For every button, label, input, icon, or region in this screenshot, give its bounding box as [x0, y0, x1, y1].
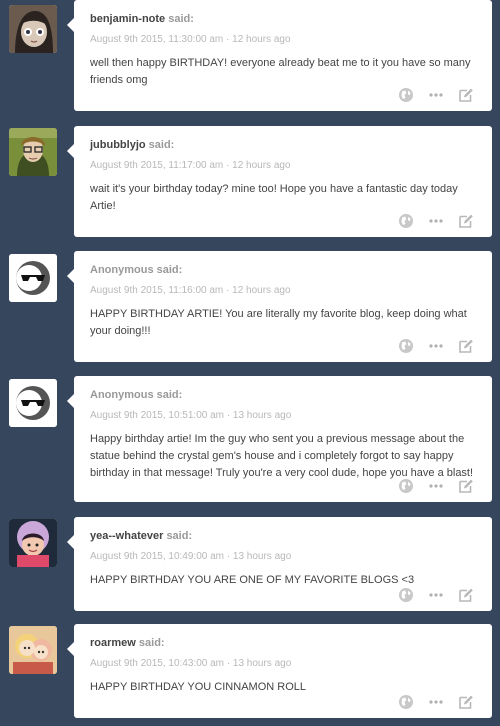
- globe-icon[interactable]: [398, 478, 414, 494]
- relative-time: 13 hours ago: [232, 410, 292, 421]
- relative-time: 12 hours ago: [232, 285, 291, 296]
- timestamp: August 9th 2015, 10:49:00 am · 13 hours …: [90, 551, 292, 562]
- asker-line: Anonymous said:: [90, 263, 474, 277]
- edit-icon[interactable]: [458, 87, 474, 103]
- said-label: said:: [156, 389, 183, 401]
- date: August 9th 2015, 11:16:00 am: [90, 285, 224, 296]
- said-label: said:: [148, 139, 175, 151]
- date: August 9th 2015, 10:49:00 am: [90, 551, 224, 562]
- date: August 9th 2015, 10:43:00 am: [90, 658, 224, 669]
- ellipsis-icon[interactable]: [428, 587, 444, 603]
- avatar: [9, 379, 57, 427]
- timestamp: August 9th 2015, 10:51:00 am · 13 hours …: [90, 410, 292, 421]
- avatar: [9, 254, 57, 302]
- relative-time: 13 hours ago: [232, 658, 292, 669]
- message-card: yea--whatever said: August 9th 2015, 10:…: [67, 517, 492, 611]
- asker-name: Anonymous: [90, 264, 154, 276]
- globe-icon[interactable]: [398, 587, 414, 603]
- asker-line: benjamin-note said:: [90, 12, 474, 26]
- timestamp: August 9th 2015, 11:17:00 am · 12 hours …: [90, 160, 291, 171]
- said-label: said:: [168, 13, 194, 25]
- post-actions: [384, 87, 474, 103]
- message-text: Happy birthday artie! Im the guy who sen…: [90, 433, 474, 479]
- avatar[interactable]: [9, 5, 57, 53]
- asker-name[interactable]: roarmew: [90, 637, 136, 649]
- post-actions: [384, 478, 474, 494]
- globe-icon[interactable]: [398, 213, 414, 229]
- timestamp: August 9th 2015, 11:16:00 am · 12 hours …: [90, 285, 291, 296]
- post-actions: [384, 213, 474, 229]
- asker-name[interactable]: benjamin-note: [90, 13, 165, 25]
- message-text: well then happy BIRTHDAY! everyone alrea…: [90, 57, 471, 86]
- message-text: HAPPY BIRTHDAY ARTIE! You are literally …: [90, 308, 467, 337]
- message-card: jububblyjo said: August 9th 2015, 11:17:…: [67, 126, 492, 237]
- edit-icon[interactable]: [458, 213, 474, 229]
- globe-icon[interactable]: [398, 694, 414, 710]
- date: August 9th 2015, 11:30:00 am: [90, 34, 224, 45]
- avatar[interactable]: [9, 519, 57, 567]
- message-card: Anonymous said: August 9th 2015, 11:16:0…: [67, 251, 492, 362]
- ellipsis-icon[interactable]: [428, 87, 444, 103]
- ellipsis-icon[interactable]: [428, 338, 444, 354]
- globe-icon[interactable]: [398, 87, 414, 103]
- asker-name[interactable]: yea--whatever: [90, 530, 163, 542]
- timestamp: August 9th 2015, 10:43:00 am · 13 hours …: [90, 658, 292, 669]
- timestamp: August 9th 2015, 11:30:00 am · 12 hours …: [90, 34, 291, 45]
- anonymous-avatar-icon: [9, 254, 57, 302]
- edit-icon[interactable]: [458, 694, 474, 710]
- ellipsis-icon[interactable]: [428, 213, 444, 229]
- message-text: wait it's your birthday today? mine too!…: [90, 183, 458, 212]
- avatar-yea-whatever-image: [9, 519, 57, 567]
- date: August 9th 2015, 11:17:00 am: [90, 160, 224, 171]
- post-actions: [384, 694, 474, 710]
- said-label: said:: [138, 637, 165, 649]
- globe-icon[interactable]: [398, 338, 414, 354]
- relative-time: 13 hours ago: [232, 551, 292, 562]
- avatar-roarmew-image: [9, 626, 57, 674]
- asker-name: Anonymous: [90, 389, 154, 401]
- message-card: Anonymous said: August 9th 2015, 10:51:0…: [67, 376, 492, 502]
- asker-line: roarmew said:: [90, 636, 474, 650]
- asker-name[interactable]: jububblyjo: [90, 139, 146, 151]
- relative-time: 12 hours ago: [232, 160, 291, 171]
- message-card: roarmew said: August 9th 2015, 10:43:00 …: [67, 624, 492, 718]
- said-label: said:: [166, 530, 193, 542]
- edit-icon[interactable]: [458, 587, 474, 603]
- edit-icon[interactable]: [458, 478, 474, 494]
- ellipsis-icon[interactable]: [428, 694, 444, 710]
- message-card: benjamin-note said: August 9th 2015, 11:…: [67, 0, 492, 111]
- asker-line: Anonymous said:: [90, 388, 474, 402]
- ellipsis-icon[interactable]: [428, 478, 444, 494]
- said-label: said:: [156, 264, 183, 276]
- avatar-jububblyjo-image: [9, 128, 57, 176]
- edit-icon[interactable]: [458, 338, 474, 354]
- avatar[interactable]: [9, 626, 57, 674]
- date: August 9th 2015, 10:51:00 am: [90, 410, 224, 421]
- anonymous-avatar-icon: [9, 379, 57, 427]
- avatar-benjamin-note-image: [9, 5, 57, 53]
- asker-line: jububblyjo said:: [90, 138, 474, 152]
- relative-time: 12 hours ago: [232, 34, 291, 45]
- avatar[interactable]: [9, 128, 57, 176]
- post-actions: [384, 587, 474, 603]
- post-actions: [384, 338, 474, 354]
- asker-line: yea--whatever said:: [90, 529, 474, 543]
